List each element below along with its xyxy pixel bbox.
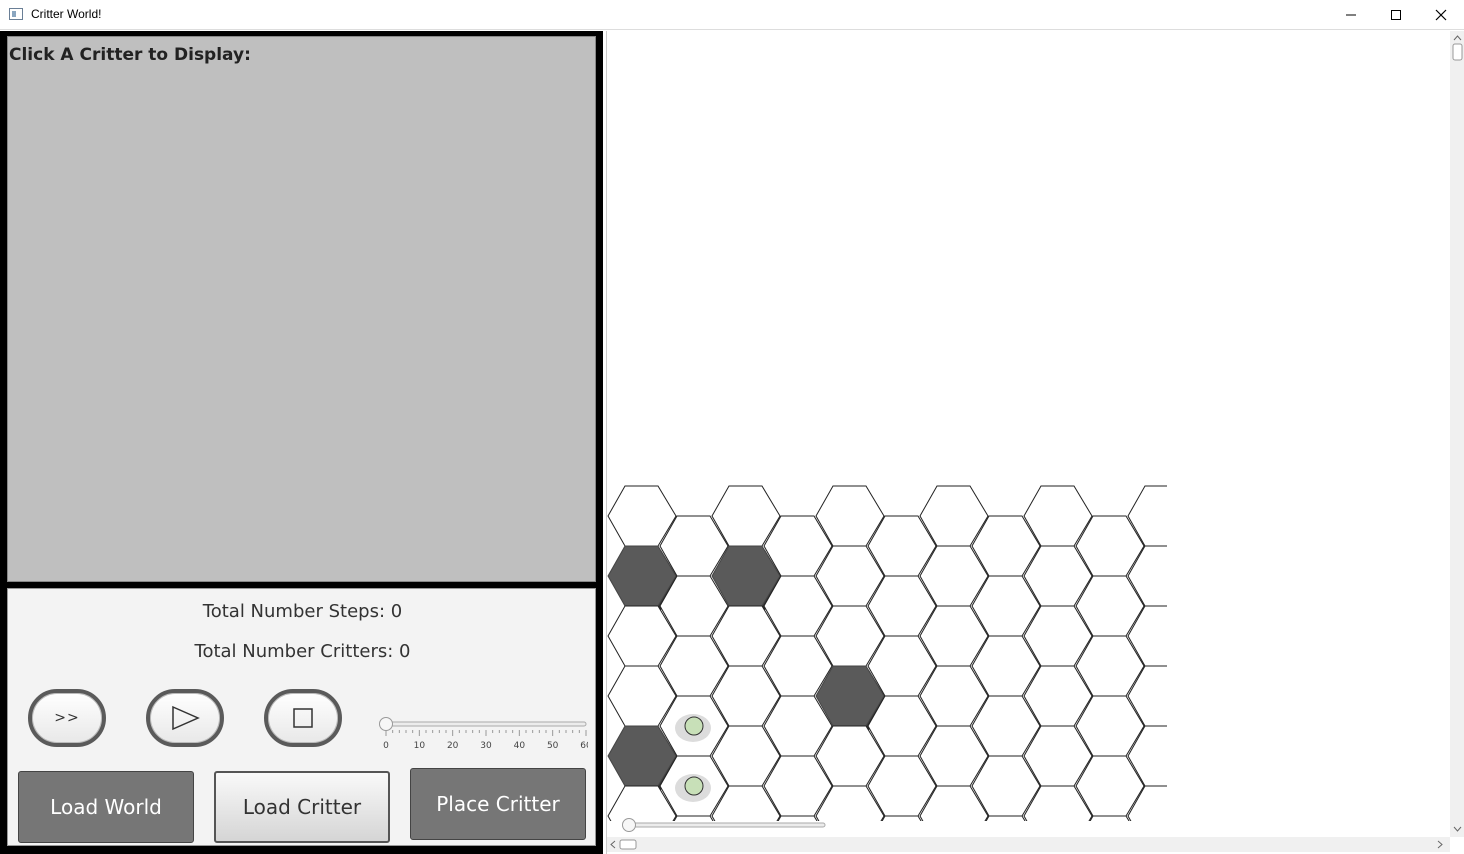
horizontal-scrollbar[interactable] xyxy=(607,837,1450,852)
title-bar[interactable]: Critter World! xyxy=(0,0,1464,30)
control-panel: Total Number Steps: 0 Total Number Critt… xyxy=(7,588,596,846)
minimize-icon xyxy=(1346,14,1356,16)
speed-slider-thumb[interactable] xyxy=(379,717,393,731)
world-view[interactable] xyxy=(606,31,1464,854)
load-world-button[interactable]: Load World xyxy=(18,771,194,843)
maximize-button[interactable] xyxy=(1373,0,1419,30)
app-window-icon xyxy=(9,8,23,20)
speed-slider-tick-label: 20 xyxy=(447,741,459,751)
zoom-slider[interactable] xyxy=(621,817,831,833)
critter[interactable] xyxy=(684,776,704,796)
speed-slider-track[interactable] xyxy=(385,721,587,727)
speed-slider[interactable]: 0 10 20 30 40 50 60 xyxy=(372,717,588,757)
zoom-slider-thumb[interactable] xyxy=(622,818,636,832)
display-title: Click A Critter to Display: xyxy=(9,45,251,65)
critter-display-panel: Click A Critter to Display: xyxy=(7,36,596,582)
critters-counter: Total Number Critters: 0 xyxy=(194,641,411,662)
hex-grid[interactable] xyxy=(607,481,1167,821)
speed-slider-tick-label: 60 xyxy=(580,741,588,751)
speed-slider-tick-label: 0 xyxy=(383,741,389,751)
run-button[interactable] xyxy=(146,689,224,747)
vertical-scrollbar[interactable] xyxy=(1450,31,1464,837)
stop-button[interactable] xyxy=(264,689,342,747)
speed-slider-tick-label: 50 xyxy=(547,741,559,751)
play-icon xyxy=(172,705,200,731)
speed-slider-tick-label: 30 xyxy=(480,741,492,751)
steps-counter: Total Number Steps: 0 xyxy=(202,601,403,622)
close-button[interactable] xyxy=(1418,0,1464,30)
place-critter-button[interactable]: Place Critter xyxy=(410,768,586,840)
step-button[interactable]: >> xyxy=(28,689,106,747)
step-label: >> xyxy=(54,710,80,726)
zoom-slider-track[interactable] xyxy=(628,822,826,828)
speed-slider-tick-label: 40 xyxy=(514,741,526,751)
minimize-button[interactable] xyxy=(1328,0,1374,30)
load-critter-button[interactable]: Load Critter xyxy=(214,771,390,843)
close-icon xyxy=(1435,9,1447,21)
critter[interactable] xyxy=(684,716,704,736)
window-title: Critter World! xyxy=(31,7,102,21)
left-panel: Click A Critter to Display: Total Number… xyxy=(0,31,603,854)
speed-slider-tick-label: 10 xyxy=(414,741,426,751)
stop-icon xyxy=(293,708,313,728)
maximize-icon xyxy=(1391,10,1401,20)
app-window: Critter World! Click A Critter to Displa… xyxy=(0,0,1464,854)
